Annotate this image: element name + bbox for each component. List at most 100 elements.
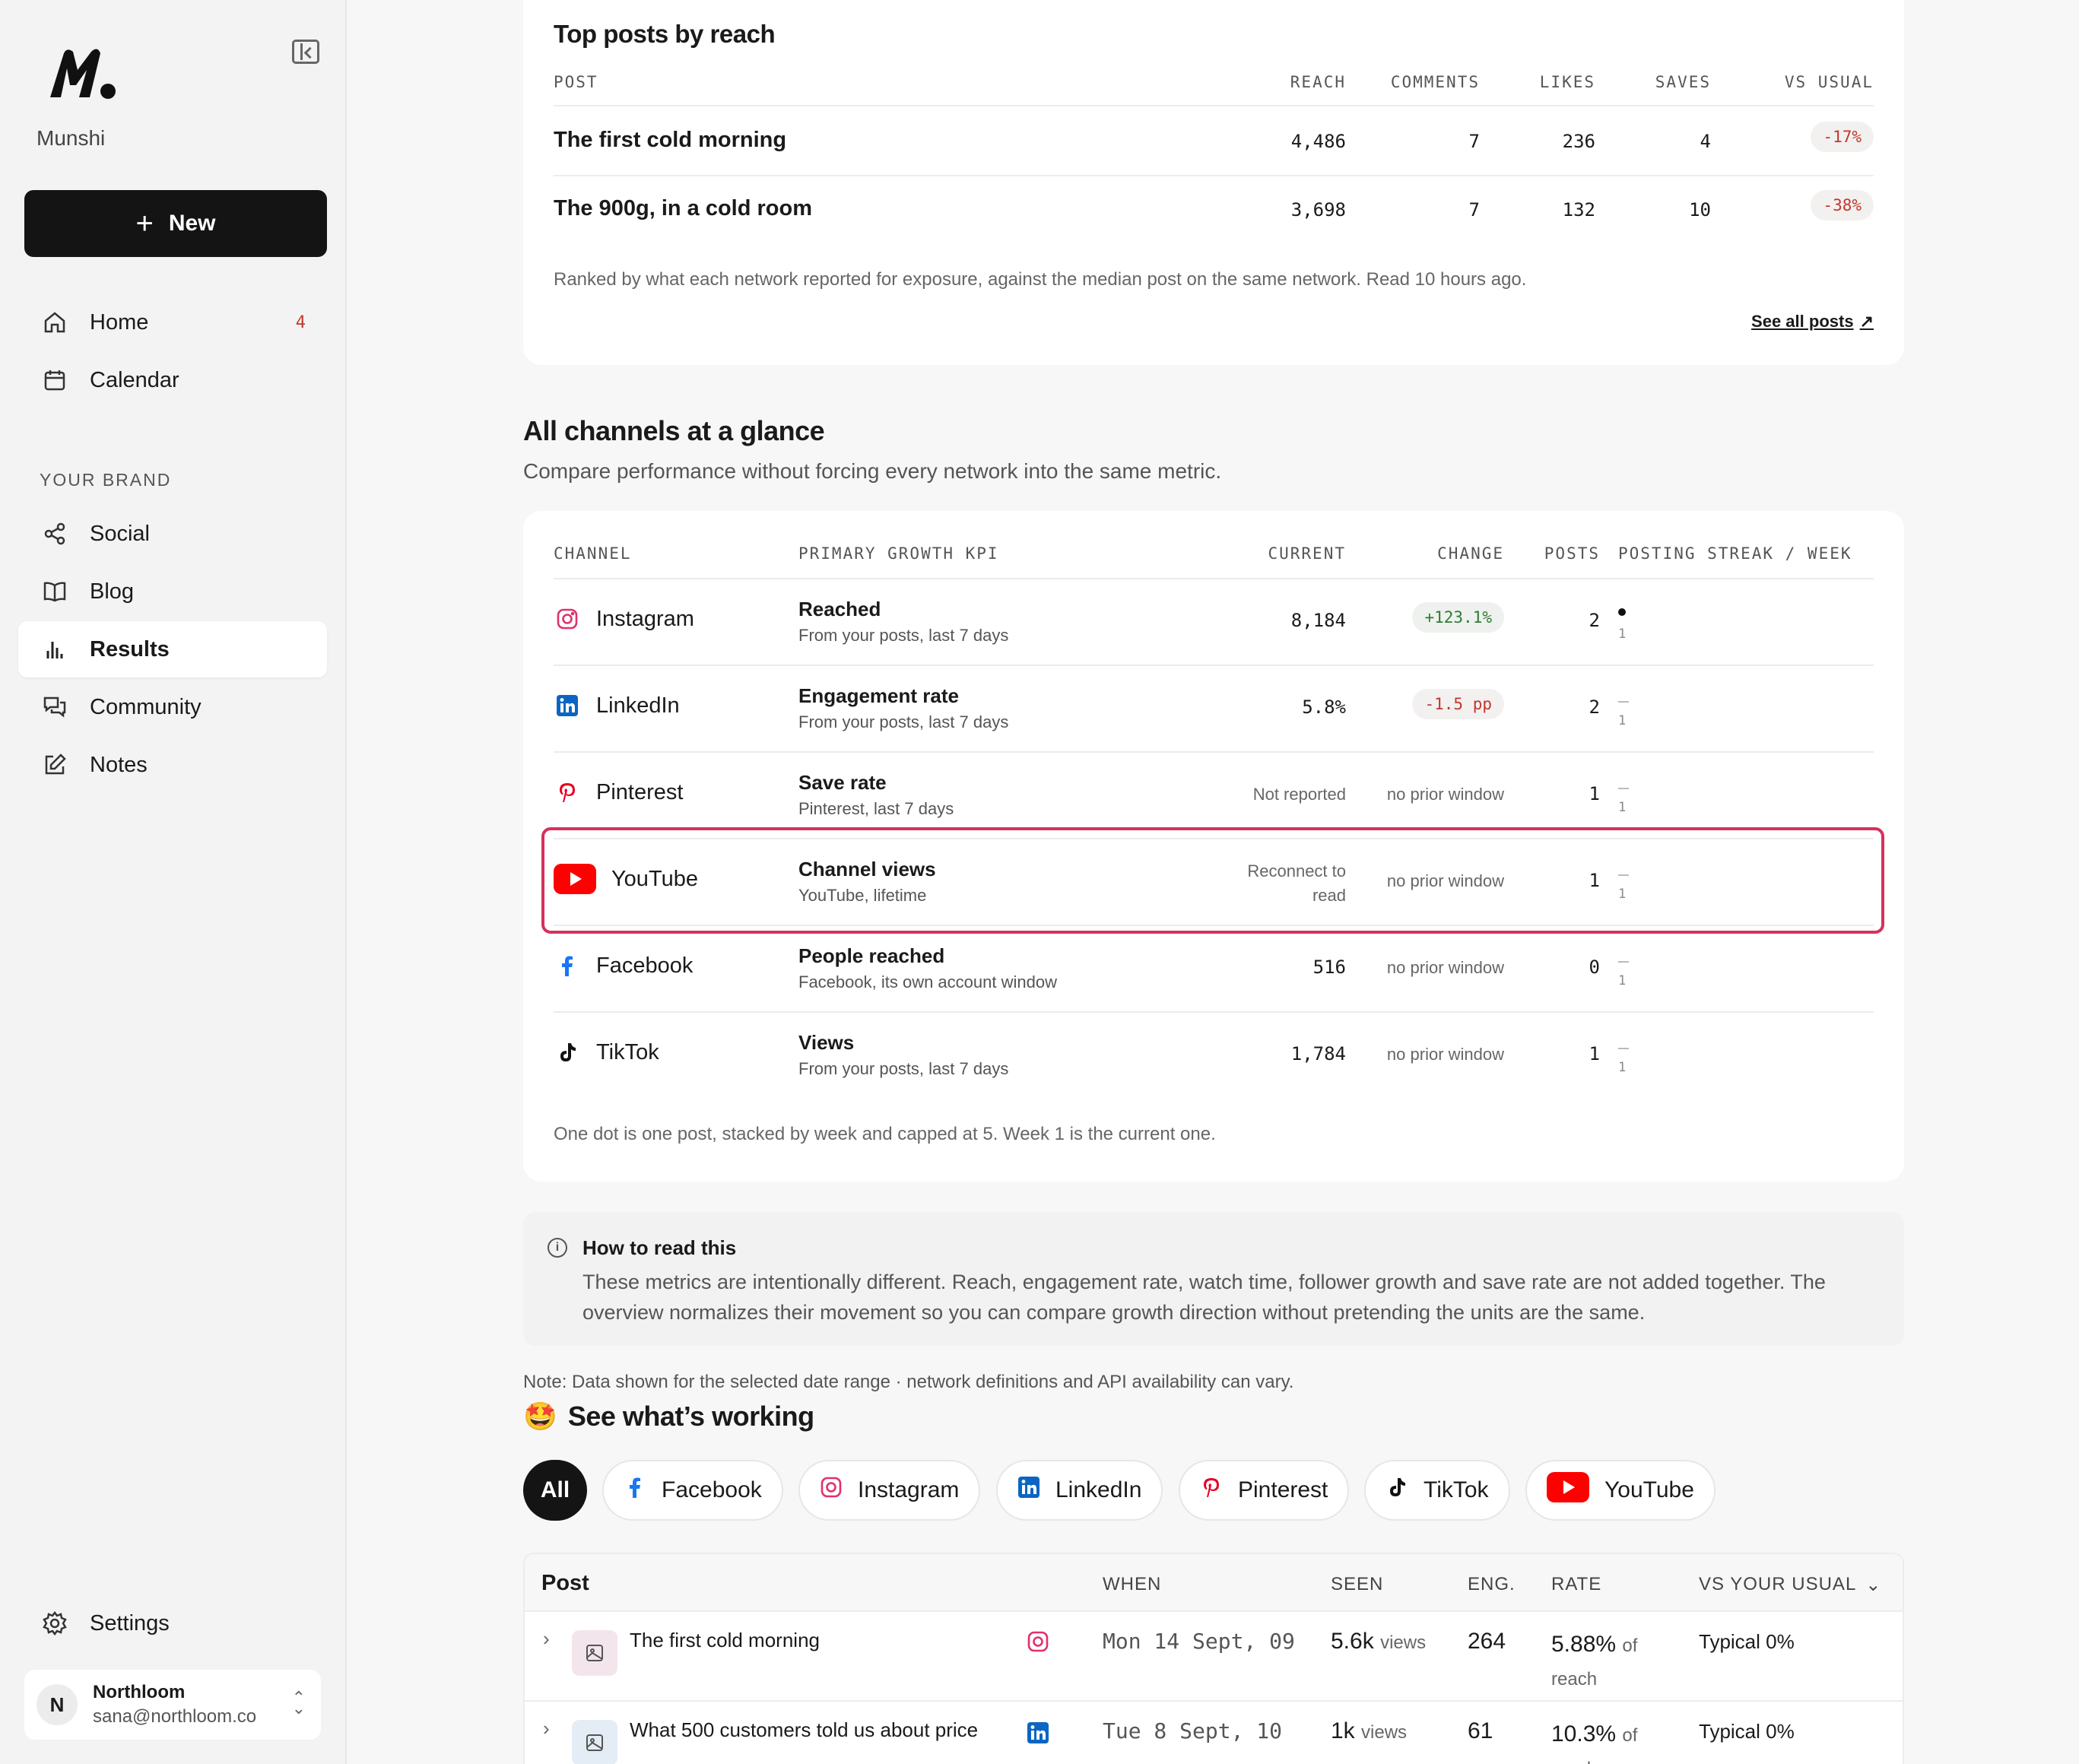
linkedin-icon [1027, 1721, 1049, 1748]
new-button[interactable]: + New [24, 190, 327, 257]
posts-count: 0 [1589, 957, 1600, 978]
nav-item-social[interactable]: Social [18, 506, 327, 562]
kpi-subtitle: From your posts, last 7 days [798, 1059, 1009, 1078]
change-value: no prior window [1386, 1045, 1504, 1064]
how-to-read-body: These metrics are intentionally differen… [582, 1271, 1826, 1324]
current-value: 8,184 [1290, 610, 1346, 631]
week-label: 1 [1618, 627, 1627, 642]
current-value: 516 [1312, 957, 1346, 978]
channel-name: Pinterest [596, 779, 684, 804]
kpi-title: Channel views [798, 858, 936, 880]
filter-pinterest[interactable]: Pinterest [1179, 1460, 1350, 1521]
facebook-icon [554, 952, 581, 979]
comments-value: 7 [1468, 131, 1480, 152]
top-posts-card: Top posts by reach POST REACH COMMENTS L… [523, 0, 1904, 365]
col-header-comments: COMMENTS [1390, 73, 1480, 91]
gear-icon [41, 1610, 68, 1637]
streak-empty [1618, 961, 1629, 963]
rate-value: 10.3% [1551, 1721, 1617, 1747]
posts-count: 1 [1589, 1043, 1600, 1064]
account-name: Northloom [93, 1682, 186, 1702]
kpi-title: Save rate [798, 771, 887, 794]
reach-value: 4,486 [1290, 131, 1346, 152]
week-label: 1 [1618, 800, 1627, 815]
sort-vs-usual-button[interactable]: VS YOUR USUAL ⌄ [1699, 1574, 1881, 1596]
reconnect-link[interactable]: Reconnect to read [1247, 859, 1346, 908]
channel-cell: LinkedIn [554, 692, 680, 719]
eng-value: 264 [1468, 1629, 1506, 1654]
col-header-post: Post [541, 1571, 589, 1595]
channel-name: Instagram [596, 606, 694, 631]
week-label: 1 [1618, 887, 1627, 902]
kpi-subtitle: From your posts, last 7 days [798, 626, 1009, 645]
post-title: The first cold morning [630, 1629, 820, 1651]
channel-row-youtube[interactable] [541, 827, 1884, 934]
filter-facebook[interactable]: Facebook [602, 1460, 783, 1521]
sidebar-collapse-icon[interactable] [292, 40, 319, 64]
top-posts-title: Top posts by reach [554, 20, 776, 48]
filter-instagram[interactable]: Instagram [798, 1460, 981, 1521]
tiktok-icon [554, 1039, 581, 1066]
streak-dot [1618, 608, 1626, 616]
avatar: N [37, 1684, 78, 1725]
arrow-up-right-icon: ↗ [1859, 312, 1874, 331]
streak-empty [1618, 701, 1629, 703]
comments-value: 7 [1468, 199, 1480, 220]
nav-item-label: Community [90, 694, 202, 719]
eng-value: 61 [1468, 1718, 1493, 1743]
nav-item-community[interactable]: Community [18, 679, 327, 735]
account-switcher[interactable]: N Northloom sana@northloom.co ⌃ ⌄ [24, 1670, 321, 1740]
chevron-down-icon: ⌄ [1865, 1575, 1882, 1595]
new-button-label: New [168, 211, 216, 236]
channel-cell: TikTok [554, 1039, 659, 1066]
filter-linkedin[interactable]: LinkedIn [996, 1460, 1163, 1521]
col-header-likes: LIKES [1539, 73, 1595, 91]
col-header-eng: ENG. [1468, 1574, 1516, 1594]
nav-item-settings[interactable]: Settings [18, 1595, 327, 1651]
col-header-vs-usual: VS USUAL [1784, 73, 1874, 91]
home-icon [41, 309, 68, 336]
filter-youtube[interactable]: YouTube [1525, 1460, 1716, 1521]
notification-badge: 4 [295, 313, 306, 332]
col-header-vs: VS YOUR USUAL [1699, 1574, 1857, 1594]
vs-usual-badge: -38% [1811, 190, 1874, 220]
nav-item-notes[interactable]: Notes [18, 737, 327, 793]
current-line-1: Reconnect to [1247, 861, 1346, 880]
nav-item-calendar[interactable]: Calendar [18, 352, 327, 408]
filter-tiktok[interactable]: TikTok [1364, 1460, 1510, 1521]
channels-footnote: One dot is one post, stacked by week and… [554, 1124, 1216, 1144]
chevron-right-icon[interactable]: › [543, 1717, 550, 1740]
current-line-2: read [1312, 886, 1346, 905]
vs-usual-value: Typical 0% [1699, 1720, 1795, 1743]
linkedin-icon [554, 692, 581, 719]
streak-empty [1618, 874, 1629, 876]
channel-name: TikTok [596, 1039, 659, 1064]
filter-label: YouTube [1604, 1477, 1694, 1502]
reach-value: 3,698 [1290, 199, 1346, 220]
see-all-label: See all posts [1751, 312, 1854, 331]
munshi-logo [47, 47, 120, 100]
image-placeholder-icon [572, 1720, 617, 1764]
working-title: See what’s working [567, 1401, 814, 1432]
chevron-right-icon[interactable]: › [543, 1627, 550, 1651]
nav-item-label: Social [90, 521, 150, 546]
change-value: no prior window [1386, 958, 1504, 977]
col-header-channel: CHANNEL [554, 544, 632, 563]
account-email: sana@northloom.co [93, 1706, 257, 1727]
nav-item-blog[interactable]: Blog [18, 563, 327, 620]
channels-card: CHANNEL PRIMARY GROWTH KPI CURRENT CHANG… [523, 511, 1904, 1182]
filter-all[interactable]: All [523, 1460, 587, 1521]
post-title: What 500 customers told us about price [630, 1718, 979, 1741]
see-all-posts-link[interactable]: See all posts ↗ [1751, 312, 1874, 332]
col-header-posts: POSTS [1544, 544, 1600, 563]
filter-label: LinkedIn [1055, 1477, 1142, 1502]
nav-item-home[interactable]: Home 4 [18, 294, 327, 351]
nav-item-results[interactable]: Results [18, 621, 327, 677]
how-to-read-panel: i How to read this These metrics are int… [523, 1212, 1904, 1346]
col-header-change: CHANGE [1437, 544, 1504, 563]
saves-value: 4 [1700, 131, 1711, 152]
filter-label: Facebook [662, 1477, 762, 1502]
col-header-reach: REACH [1290, 73, 1346, 91]
info-icon: i [548, 1238, 567, 1258]
likes-value: 236 [1562, 131, 1595, 152]
